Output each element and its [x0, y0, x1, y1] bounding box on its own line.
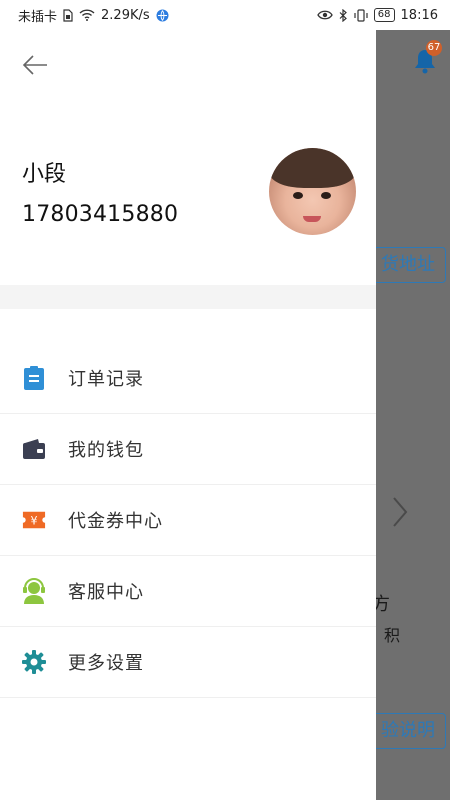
arrow-left-icon	[22, 55, 47, 75]
eye-icon	[317, 10, 333, 20]
wallet-icon	[22, 437, 46, 461]
gear-icon	[22, 650, 46, 674]
sim-icon	[63, 8, 73, 22]
user-phone: 17803415880	[22, 202, 179, 227]
clipboard-icon	[22, 366, 46, 390]
menu-item-order-records[interactable]: 订单记录	[0, 343, 376, 414]
navigation-drawer: 小段 17803415880 订单记录 我的钱包 ¥ 代金券中心 客服中心 更多…	[0, 30, 376, 800]
chevron-right-icon	[393, 497, 408, 527]
address-button[interactable]: 货地址	[376, 247, 446, 283]
section-divider	[0, 285, 376, 309]
coupon-icon: ¥	[22, 508, 46, 532]
clock: 18:16	[400, 7, 438, 23]
menu-item-label: 客服中心	[68, 582, 144, 603]
status-left: 未插卡 2.29K/s	[18, 6, 169, 25]
carrier-text: 未插卡	[18, 9, 58, 25]
background-text-1: 方	[376, 594, 390, 615]
wifi-icon	[79, 9, 95, 21]
menu-item-label: 我的钱包	[68, 440, 144, 461]
user-name: 小段	[22, 162, 67, 187]
menu-item-label: 订单记录	[68, 369, 144, 390]
menu-item-more-settings[interactable]: 更多设置	[0, 627, 376, 698]
back-button[interactable]	[20, 50, 50, 80]
notification-badge: 67	[426, 40, 442, 56]
status-right: 68 18:16	[317, 8, 438, 23]
status-bar: 未插卡 2.29K/s 68 18:16	[0, 0, 450, 30]
drawer-menu: 订单记录 我的钱包 ¥ 代金券中心 客服中心 更多设置	[0, 343, 376, 698]
background-page-overlay[interactable]: 67 货地址 方 积 验说明	[376, 30, 450, 800]
headset-icon	[22, 578, 46, 604]
background-text-2: 积	[384, 626, 401, 645]
browser-icon	[156, 9, 169, 21]
menu-item-customer-service[interactable]: 客服中心	[0, 556, 376, 627]
svg-text:¥: ¥	[30, 515, 37, 528]
avatar[interactable]	[269, 148, 356, 235]
menu-item-my-wallet[interactable]: 我的钱包	[0, 414, 376, 485]
explain-button[interactable]: 验说明	[376, 713, 446, 749]
menu-item-coupon-center[interactable]: ¥ 代金券中心	[0, 485, 376, 556]
menu-item-label: 代金券中心	[68, 511, 163, 532]
network-speed: 2.29K/s	[101, 7, 150, 23]
vibrate-icon	[354, 8, 368, 22]
menu-item-label: 更多设置	[68, 653, 144, 674]
bluetooth-icon	[339, 8, 347, 22]
battery-indicator: 68	[373, 8, 395, 22]
